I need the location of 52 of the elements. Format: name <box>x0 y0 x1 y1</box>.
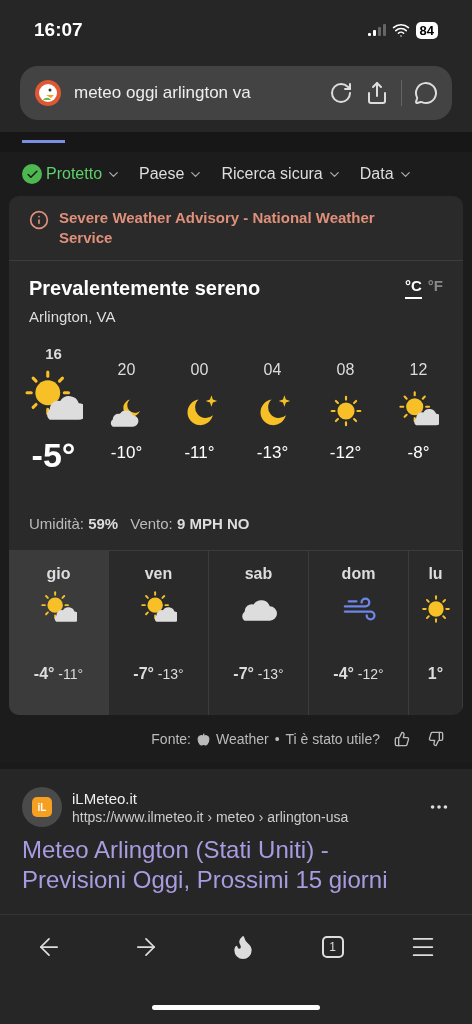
search-query: meteo oggi arlington va <box>74 83 252 103</box>
chat-icon[interactable] <box>414 81 438 105</box>
humidity-text: Umidità: 59% <box>29 515 119 532</box>
hour-temperature: -11° <box>184 443 215 463</box>
wind-text: Vento: 9 MPH NO <box>130 515 250 532</box>
filter-dropdown[interactable]: Data <box>359 165 413 183</box>
thumbs-down-icon[interactable] <box>428 731 444 747</box>
reload-icon[interactable] <box>329 81 353 105</box>
filter-dropdown[interactable]: Protetto <box>22 164 122 184</box>
hour-temperature: -8° <box>407 443 430 463</box>
hour-label: 04 <box>263 361 282 379</box>
thumbs-up-icon[interactable] <box>394 731 410 747</box>
hour-temperature: -5° <box>31 436 76 475</box>
unit-toggle[interactable]: °F <box>427 277 443 299</box>
hour-label: 16 <box>45 345 62 362</box>
tabs-button[interactable]: 1 <box>321 936 344 958</box>
unit-toggle[interactable]: °C <box>405 277 422 299</box>
site-name: iLMeteo.it <box>72 789 139 807</box>
condition-title: Prevalentemente sereno <box>29 277 261 300</box>
check-icon <box>22 164 42 184</box>
site-logo: iL <box>32 797 52 817</box>
duck-logo-icon <box>34 79 62 107</box>
battery-level: 84 <box>415 21 438 39</box>
share-icon[interactable] <box>365 81 389 105</box>
apple-icon <box>197 732 210 746</box>
hour-temperature: -13° <box>256 443 289 463</box>
info-icon <box>29 210 49 230</box>
day-forecast[interactable]: lu 1° <box>409 551 463 715</box>
alert-text[interactable]: Severe Weather Advisory - National Weather Service <box>59 208 403 248</box>
filter-dropdown[interactable]: Paese <box>139 165 204 183</box>
signal-icon <box>367 24 386 36</box>
hour-temperature: -12° <box>329 443 362 463</box>
hour-temperature: -10° <box>110 443 143 463</box>
separator-dot: • <box>274 731 280 747</box>
hour-label: 00 <box>190 361 209 379</box>
result-title[interactable]: Meteo Arlington (Stati Uniti) - Previsioni Oggi, Prossimi 15 giorni <box>22 835 450 895</box>
feedback-question: Ti è stato utile? <box>285 731 380 747</box>
hour-label: 20 <box>117 361 136 379</box>
result-url[interactable]: https://www.ilmeteo.it › meteo › arlington-usa <box>72 808 418 825</box>
day-forecast[interactable]: gio -4° -11° <box>9 551 109 715</box>
address-bar[interactable]: meteo oggi arlington va <box>20 66 452 120</box>
source-provider: Weather <box>216 731 269 747</box>
source-label: Fonte: <box>151 731 191 747</box>
day-forecast[interactable]: ven -7° -13° <box>109 551 209 715</box>
hour-label: 12 <box>409 361 428 379</box>
location-label: Arlington, VA <box>29 308 117 325</box>
hour-label: 08 <box>336 361 355 379</box>
filter-dropdown[interactable]: Ricerca sicura <box>221 165 342 183</box>
wifi-icon <box>391 21 410 39</box>
status-time: 16:07 <box>34 19 83 41</box>
day-forecast[interactable]: sab -7° -13° <box>209 551 309 715</box>
day-forecast[interactable]: dom -4° -12° <box>309 551 409 715</box>
